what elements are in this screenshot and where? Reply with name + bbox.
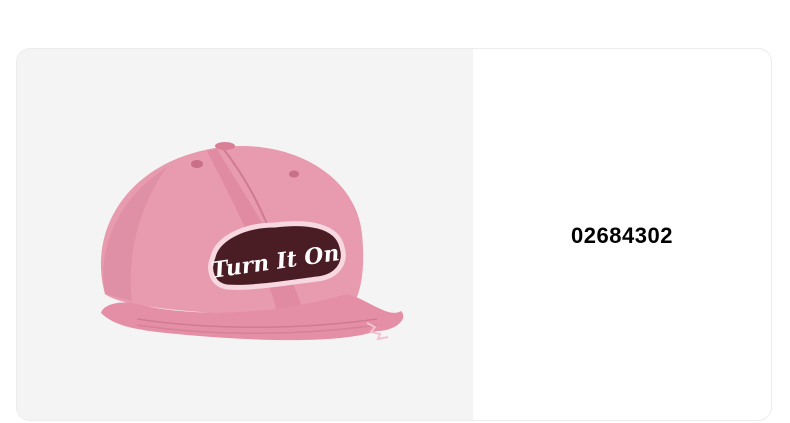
pink-baseball-cap-image: Turn It On [100,142,404,341]
product-image[interactable]: Turn It On [17,49,473,420]
product-card[interactable]: Turn It On 02684302 [16,48,772,421]
product-info-panel: 02684302 [473,49,771,420]
product-code: 02684302 [571,222,673,248]
